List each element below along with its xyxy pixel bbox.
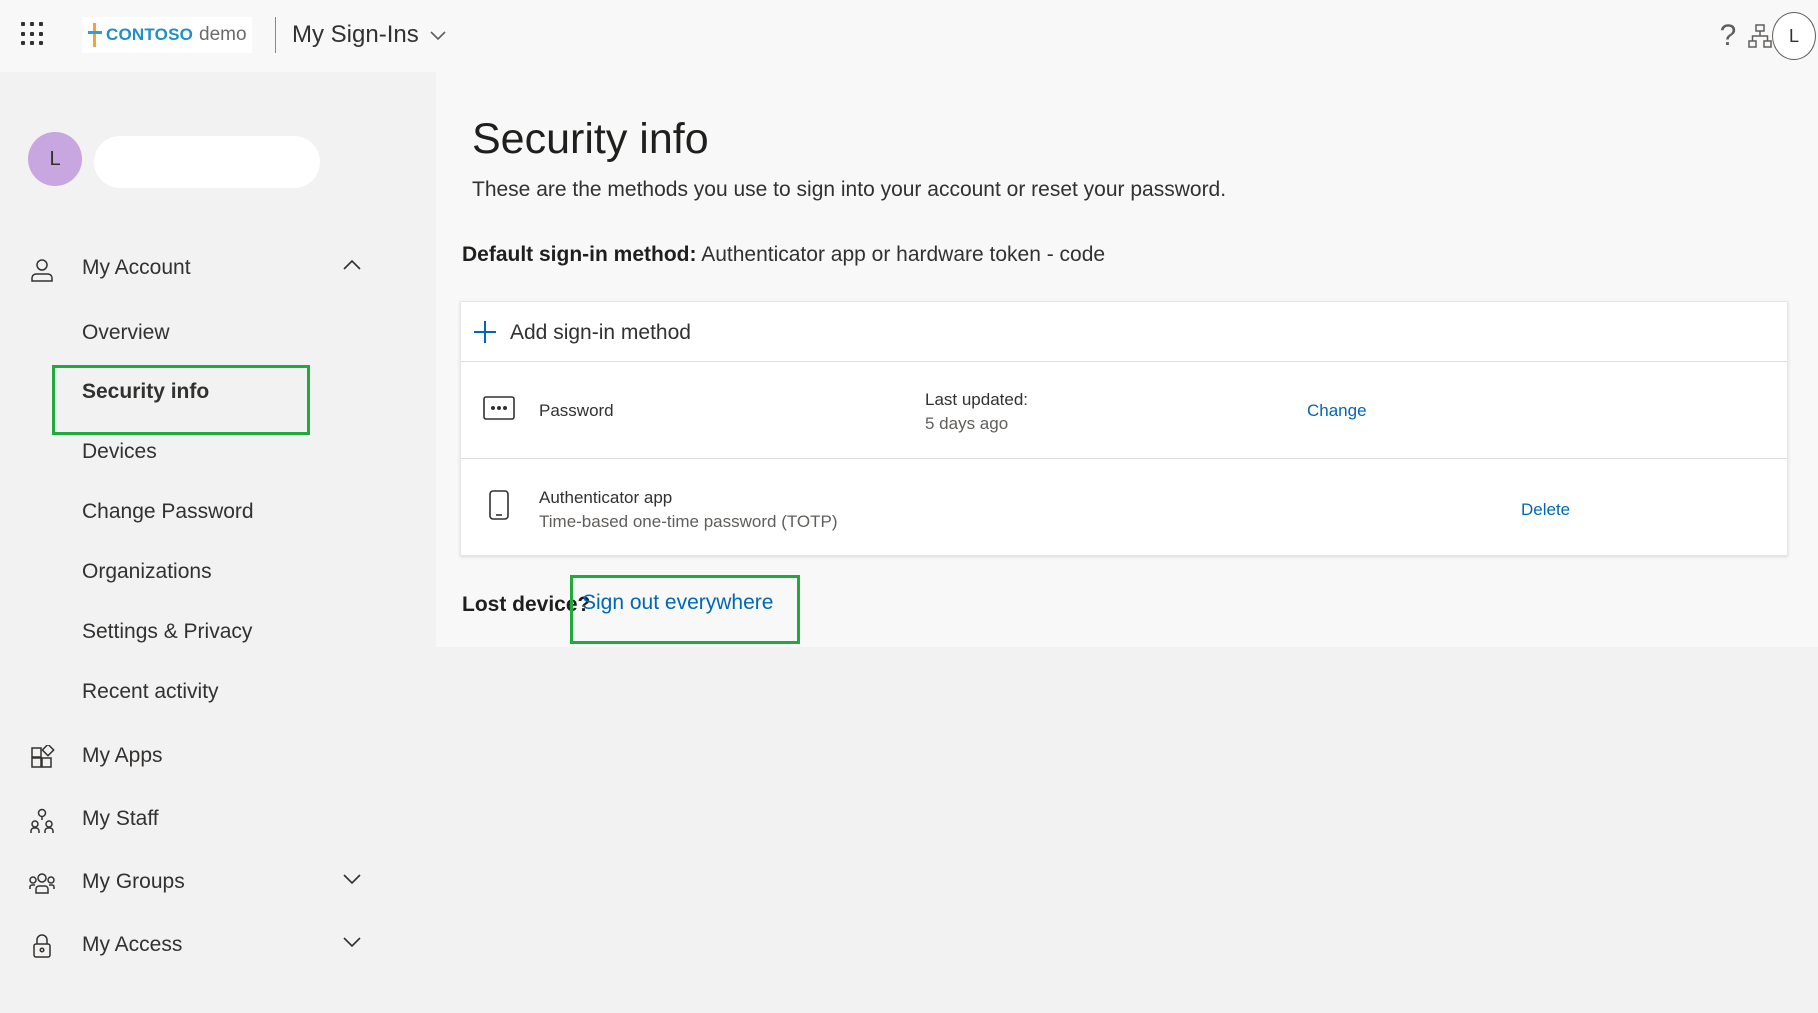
last-updated-label: Last updated:: [925, 390, 1029, 409]
plus-icon: [474, 321, 496, 343]
sidebar-subitem-security-info[interactable]: Security info: [82, 380, 209, 404]
user-name-redacted: [94, 136, 320, 188]
sidebar-item-my-apps[interactable]: My Apps: [0, 732, 380, 780]
logo-mark-icon: [88, 23, 102, 47]
main-content: Security info These are the methods you …: [436, 72, 1818, 647]
logo-suffix-text: demo: [199, 24, 247, 45]
sidebar: L My Account Overview Security info Devi…: [0, 72, 436, 1013]
header-divider: [275, 17, 276, 53]
sidebar-item-my-groups[interactable]: My Groups: [0, 858, 380, 906]
top-bar: CONTOSO demo My Sign-Ins: [0, 0, 1818, 72]
add-method-label: Add sign-in method: [510, 321, 691, 344]
sidebar-item-label: My Account: [82, 256, 191, 279]
sidebar-subitem-change-password[interactable]: Change Password: [82, 500, 254, 524]
sidebar-subitem-organizations[interactable]: Organizations: [82, 560, 212, 584]
add-sign-in-method-button[interactable]: Add sign-in method: [461, 302, 1787, 362]
default-method-value: Authenticator app or hardware token - co…: [701, 243, 1106, 266]
app-switcher[interactable]: My Sign-Ins: [292, 21, 447, 49]
app-launcher-icon[interactable]: [21, 22, 45, 46]
method-row-password: Password Last updated: 5 days ago Change: [461, 363, 1787, 459]
lock-icon: [28, 933, 56, 961]
sidebar-item-label: My Apps: [82, 744, 163, 767]
chevron-down-icon[interactable]: [342, 872, 362, 886]
logo-brand-text: CONTOSO: [106, 25, 194, 44]
method-name: Authenticator app: [539, 488, 673, 507]
help-icon[interactable]: ?: [1712, 19, 1744, 52]
app-title: My Sign-Ins: [292, 21, 419, 48]
sidebar-item-my-staff[interactable]: My Staff: [0, 795, 380, 843]
sign-in-methods-card: Add sign-in method Password Last updated…: [460, 301, 1788, 556]
company-logo: CONTOSO demo: [82, 17, 252, 53]
groups-icon: [28, 870, 56, 898]
chevron-up-icon[interactable]: [342, 258, 362, 272]
method-subtitle: Time-based one-time password (TOTP): [539, 512, 838, 531]
sign-out-highlight: [570, 575, 800, 644]
password-dots-icon: [483, 396, 515, 420]
apps-icon: [28, 744, 56, 772]
method-row-authenticator: Authenticator app Time-based one-time pa…: [461, 460, 1787, 556]
sidebar-item-my-account[interactable]: My Account: [0, 244, 380, 292]
user-avatar: L: [28, 132, 82, 186]
change-password-link[interactable]: Change: [1307, 401, 1367, 421]
default-method-label: Default sign-in method:: [462, 243, 697, 266]
sidebar-item-label: My Staff: [82, 807, 159, 830]
sidebar-item-label: My Access: [82, 933, 183, 956]
sidebar-subitem-recent-activity[interactable]: Recent activity: [82, 680, 219, 704]
delete-authenticator-link[interactable]: Delete: [1521, 500, 1570, 520]
last-updated-value: 5 days ago: [925, 414, 1009, 433]
sidebar-item-label: My Groups: [82, 870, 185, 893]
phone-icon: [489, 490, 509, 520]
sidebar-subitem-overview[interactable]: Overview: [82, 321, 170, 345]
page-title: Security info: [472, 115, 709, 163]
account-avatar[interactable]: L: [1772, 12, 1816, 60]
sidebar-subitem-devices[interactable]: Devices: [82, 440, 157, 464]
sidebar-item-my-access[interactable]: My Access: [0, 921, 380, 969]
chevron-down-icon[interactable]: [342, 935, 362, 949]
org-people-icon: [28, 807, 56, 835]
chevron-down-icon: [430, 31, 446, 41]
person-icon: [28, 256, 56, 284]
default-sign-in-method: Default sign-in method: Authenticator ap…: [462, 243, 1105, 267]
method-name: Password: [539, 401, 614, 420]
sidebar-subitem-settings-privacy[interactable]: Settings & Privacy: [82, 620, 252, 644]
page-description: These are the methods you use to sign in…: [472, 178, 1227, 201]
